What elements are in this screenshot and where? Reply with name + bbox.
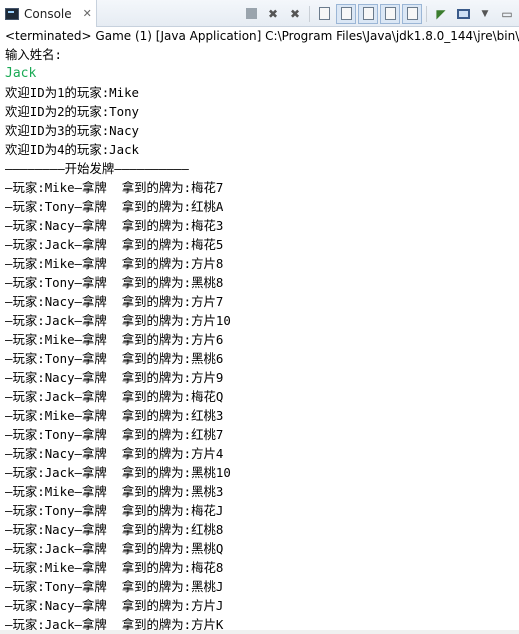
horizontal-scrollbar[interactable] [0, 630, 519, 634]
console-line: —玩家:Nacy—拿牌 拿到的牌为:方片4 [5, 446, 224, 461]
console-line: —玩家:Nacy—拿牌 拿到的牌为:梅花3 [5, 218, 224, 233]
console-output[interactable]: 输入姓名: Jack 欢迎ID为1的玩家:Mike 欢迎ID为2的玩家:Tony 欢迎I… [5, 45, 519, 634]
toolbar-divider [309, 5, 310, 22]
console-line: 输入姓名: [5, 47, 63, 62]
console-line: —玩家:Tony—拿牌 拿到的牌为:黑桃J [5, 579, 224, 594]
remove-launch-icon[interactable]: ✖ [263, 4, 283, 24]
console-line: —玩家:Nacy—拿牌 拿到的牌为:红桃8 [5, 522, 224, 537]
console-line: —玩家:Nacy—拿牌 拿到的牌为:方片7 [5, 294, 224, 309]
console-line: —玩家:Mike—拿牌 拿到的牌为:红桃3 [5, 408, 224, 423]
console-input-line: Jack [5, 66, 37, 81]
stop-icon[interactable] [241, 4, 261, 24]
console-icon [5, 7, 19, 20]
console-line: 欢迎ID为2的玩家:Tony [5, 104, 140, 119]
chevron-down-icon[interactable]: ▼ [475, 4, 495, 24]
console-view-header: Console ✕ ✖ ✖ ◤ ▼ ▭ [0, 0, 519, 27]
console-line: —玩家:Jack—拿牌 拿到的牌为:梅花Q [5, 389, 224, 404]
console-line: —玩家:Tony—拿牌 拿到的牌为:黑桃8 [5, 275, 224, 290]
console-line: —玩家:Mike—拿牌 拿到的牌为:方片8 [5, 256, 224, 271]
display-selected-console-icon[interactable] [453, 4, 473, 24]
console-line: —玩家:Mike—拿牌 拿到的牌为:黑桃3 [5, 484, 224, 499]
console-line: 欢迎ID为3的玩家:Nacy [5, 123, 140, 138]
remove-all-icon[interactable]: ✖ [285, 4, 305, 24]
console-line: 欢迎ID为4的玩家:Jack [5, 142, 140, 157]
show-stderr-icon[interactable] [358, 3, 378, 24]
tab-console-label: Console [24, 6, 72, 21]
console-line: —玩家:Jack—拿牌 拿到的牌为:黑桃10 [5, 465, 231, 480]
close-icon[interactable]: ✕ [83, 7, 92, 20]
console-line: —玩家:Nacy—拿牌 拿到的牌为:方片J [5, 598, 224, 613]
console-toolbar: ✖ ✖ ◤ ▼ ▭ [241, 3, 519, 24]
console-line: —玩家:Mike—拿牌 拿到的牌为:梅花8 [5, 560, 224, 575]
show-stdout-icon[interactable] [336, 3, 356, 24]
console-line: —玩家:Mike—拿牌 拿到的牌为:方片6 [5, 332, 224, 347]
display-console-icon[interactable] [402, 3, 422, 24]
tab-console[interactable]: Console ✕ [0, 0, 97, 27]
console-line: —玩家:Tony—拿牌 拿到的牌为:黑桃6 [5, 351, 224, 366]
console-line: ————————开始发牌—————————— [5, 161, 189, 176]
console-line: —玩家:Jack—拿牌 拿到的牌为:梅花5 [5, 237, 224, 252]
open-console-icon[interactable]: ◤ [431, 4, 451, 24]
console-line: —玩家:Jack—拿牌 拿到的牌为:方片10 [5, 313, 231, 328]
console-line: —玩家:Mike—拿牌 拿到的牌为:梅花7 [5, 180, 224, 195]
launch-status: <terminated> Game (1) [Java Application]… [5, 29, 519, 43]
pin-console-icon[interactable] [380, 3, 400, 24]
console-line: —玩家:Tony—拿牌 拿到的牌为:梅花J [5, 503, 224, 518]
console-line: —玩家:Tony—拿牌 拿到的牌为:红桃7 [5, 427, 224, 442]
console-line: —玩家:Nacy—拿牌 拿到的牌为:方片9 [5, 370, 224, 385]
console-line: —玩家:Tony—拿牌 拿到的牌为:红桃A [5, 199, 224, 214]
scroll-lock-icon[interactable] [314, 4, 334, 24]
minimize-icon[interactable]: ▭ [497, 4, 517, 24]
toolbar-divider [426, 5, 427, 22]
console-line: —玩家:Jack—拿牌 拿到的牌为:黑桃Q [5, 541, 224, 556]
console-line: 欢迎ID为1的玩家:Mike [5, 85, 140, 100]
